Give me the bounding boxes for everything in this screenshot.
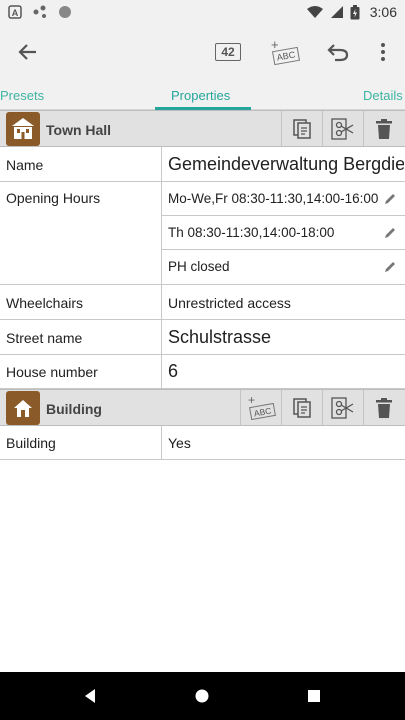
row-divider [161,426,162,459]
section-title-building: Building [46,401,102,417]
tag-value-building[interactable]: Yes [168,435,191,451]
tag-value-street-name[interactable]: Schulstrasse [168,327,271,348]
opening-hours-value[interactable]: Mo-We,Fr 08:30-11:30,14:00-16:00 [168,191,378,206]
overflow-menu-icon [381,43,385,61]
tag-key-house-number: House number [6,364,98,380]
signal-icon [330,6,343,18]
opening-hours-value[interactable]: Th 08:30-11:30,14:00-18:00 [168,225,334,240]
tab-strip: Presets Properties Details [0,80,405,110]
counter-icon: 42 [215,43,241,61]
circle-icon [59,6,71,18]
section-header-building: Building + ABC [0,389,405,426]
abc-plus-icon: + ABC [269,37,301,66]
nav-home-icon [195,689,209,703]
a-box-icon: A [8,5,22,19]
tab-details[interactable]: Details [363,80,403,110]
battery-icon [350,4,360,19]
tag-row-house-number: House number 6 [0,355,405,389]
tag-key-wheelchairs: Wheelchairs [6,295,84,311]
delete-button[interactable] [363,390,404,425]
tag-row-opening-hours: Opening Hours Mo-We,Fr 08:30-11:30,14:00… [0,182,405,285]
tag-row-building: Building Yes [0,426,405,460]
opening-hours-entry[interactable]: Th 08:30-11:30,14:00-18:00 [162,216,405,250]
nav-back-button[interactable] [70,672,110,720]
tag-value-name[interactable]: Gemeindeverwaltung Bergdietikon [168,154,404,175]
tag-row-name: Name Gemeindeverwaltung Bergdietikon [0,147,405,182]
opening-hours-entry[interactable]: PH closed [162,250,405,284]
town-hall-icon [6,112,40,146]
system-nav-bar [0,672,405,720]
section-title-town-hall: Town Hall [46,122,112,138]
overflow-menu-button[interactable] [368,24,398,80]
delete-button[interactable] [363,111,404,146]
svg-text:A: A [12,8,19,18]
row-divider [161,320,162,354]
trash-icon [376,118,392,139]
tag-value-house-number[interactable]: 6 [168,361,178,382]
app-bar: 42 + ABC [0,24,405,80]
tab-properties[interactable]: Properties [171,80,230,110]
scissors-icon [331,396,354,419]
arrow-left-icon [18,44,36,60]
row-divider [161,147,162,181]
tag-value-wheelchairs[interactable]: Unrestricted access [168,295,291,311]
scissors-icon [331,117,354,140]
status-bar: A 3:06 [0,0,405,24]
add-abc-button[interactable]: + ABC [240,390,281,425]
tag-key-opening-hours: Opening Hours [6,190,101,206]
status-time: 3:06 [369,4,397,20]
copy-icon [293,397,311,418]
abc-label: ABC [276,49,296,63]
building-icon [6,391,40,425]
nav-recents-button[interactable] [294,672,334,720]
add-abc-button[interactable]: + ABC [262,24,306,80]
cut-button[interactable] [322,111,363,146]
copy-button[interactable] [281,111,322,146]
undo-icon [327,44,349,62]
opening-hours-entry[interactable]: Mo-We,Fr 08:30-11:30,14:00-16:00 [162,182,405,216]
back-button[interactable] [6,24,50,80]
abc-plus-icon: + ABC [246,393,276,421]
share-dots-icon [33,5,46,18]
pencil-icon[interactable] [384,226,397,239]
tag-row-street-name: Street name Schulstrasse [0,320,405,355]
undo-button[interactable] [318,24,358,80]
pencil-icon[interactable] [384,260,397,273]
cut-button[interactable] [322,390,363,425]
wifi-icon [306,6,323,18]
tag-counter-button[interactable]: 42 [208,24,248,80]
nav-back-icon [85,689,95,703]
section-header-town-hall: Town Hall [0,110,405,147]
tag-key-building: Building [6,435,56,451]
copy-button[interactable] [281,390,322,425]
opening-hours-value[interactable]: PH closed [168,259,230,274]
counter-label: 42 [221,45,235,59]
tag-key-name: Name [6,157,44,173]
abc-label: ABC [253,404,272,418]
copy-icon [293,118,311,139]
row-divider [161,285,162,319]
nav-home-button[interactable] [182,672,222,720]
trash-icon [376,397,392,418]
nav-recents-icon [308,690,320,702]
tag-key-street-name: Street name [6,330,83,346]
tab-presets[interactable]: Presets [0,80,44,110]
row-divider [161,355,162,388]
tag-row-wheelchairs: Wheelchairs Unrestricted access [0,285,405,320]
pencil-icon[interactable] [384,192,397,205]
